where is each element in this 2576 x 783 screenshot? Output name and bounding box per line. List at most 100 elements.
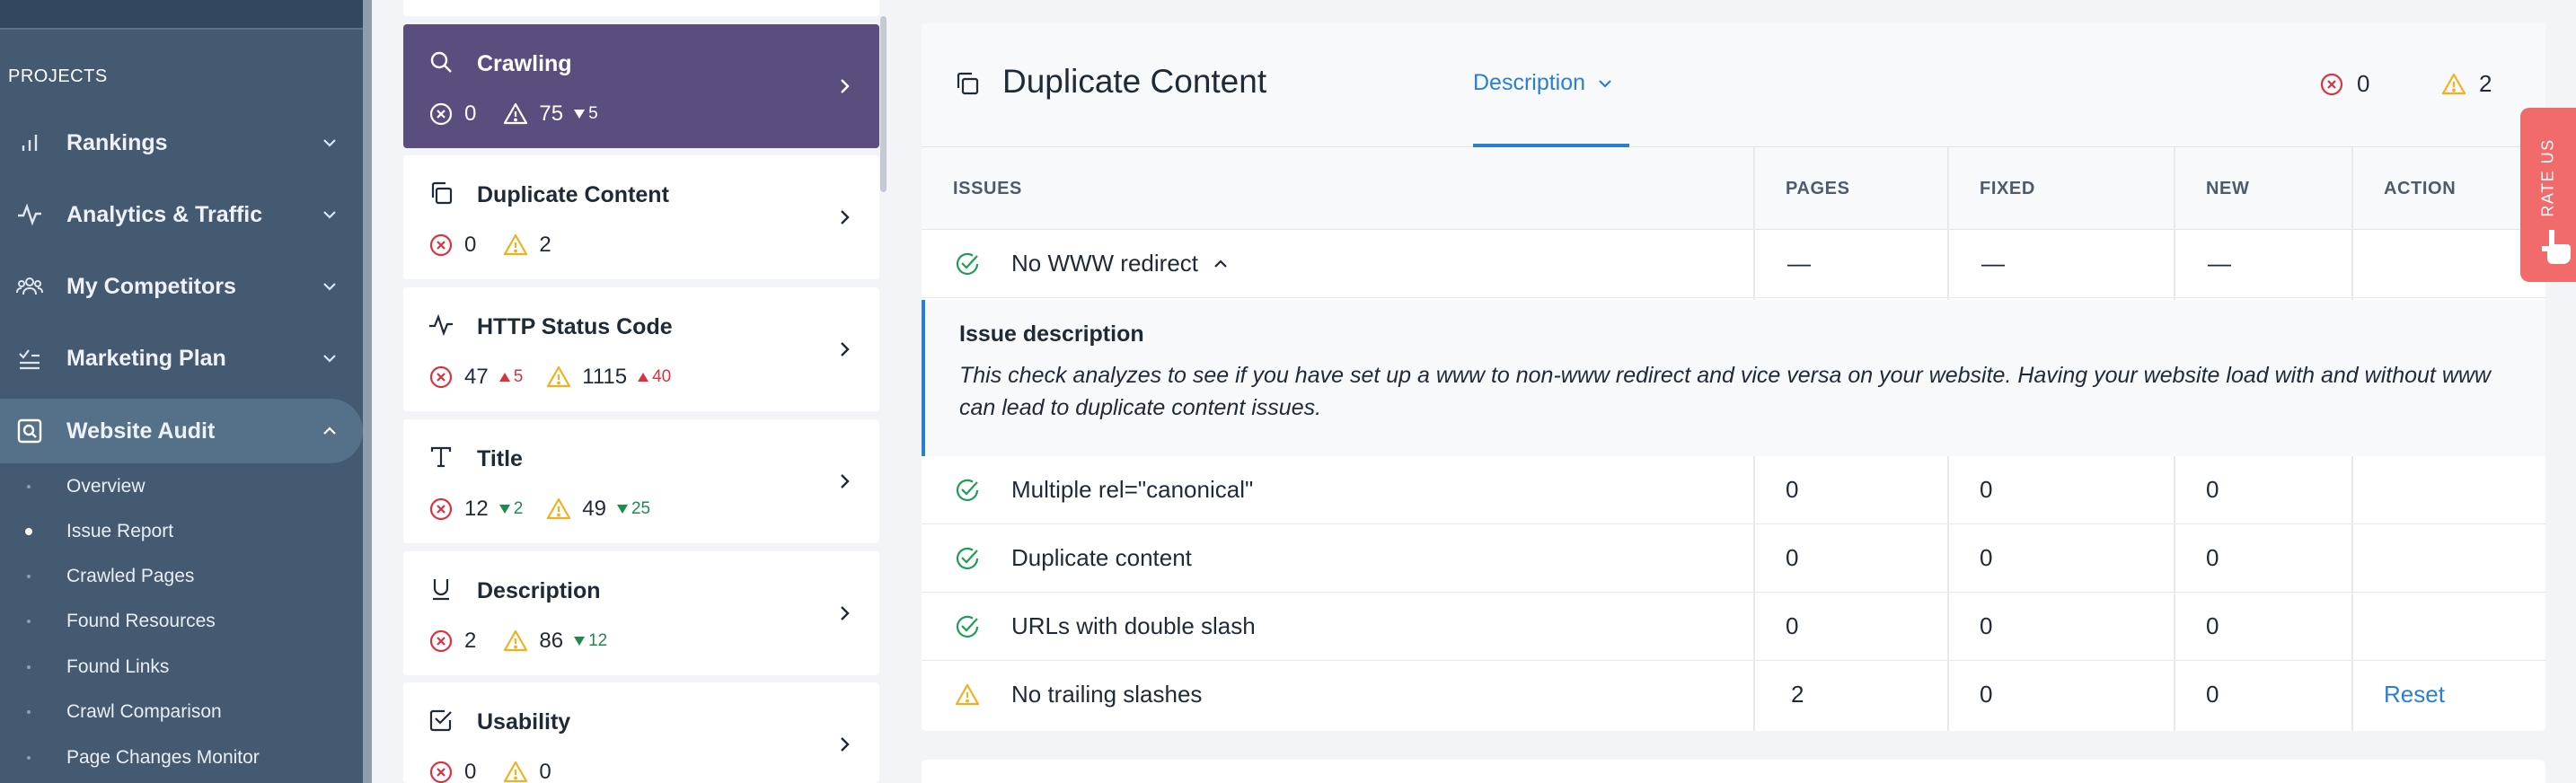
next-panel-partial — [922, 760, 2545, 783]
sidebar: PROJECTS Rankings Analytics & Traffic My… — [0, 0, 363, 783]
bar-chart-icon — [22, 135, 38, 151]
warning-count: 49 — [582, 497, 606, 521]
pulse-icon — [429, 313, 453, 337]
nav-item-rankings[interactable]: Rankings — [0, 110, 363, 175]
sub-item-found-resources[interactable]: Found Resources — [0, 600, 363, 643]
nav-item-analytics-traffic[interactable]: Analytics & Traffic — [0, 182, 363, 247]
column-header-issues[interactable]: ISSUES — [953, 147, 1022, 230]
error-delta: 5 — [498, 367, 523, 387]
page-title: Duplicate Content — [1002, 63, 1267, 100]
column-divider — [1947, 456, 1949, 731]
error-count: 0 — [464, 233, 477, 257]
reset-link[interactable]: Reset — [2384, 681, 2445, 708]
table-row[interactable]: Multiple rel="canonical" 0 0 0 — [922, 456, 2545, 524]
sub-item-label: Crawl Comparison — [66, 701, 222, 722]
fixed-value: — — [1981, 250, 2005, 277]
audit-icon — [17, 418, 42, 444]
error-icon — [429, 365, 453, 389]
category-card-description[interactable]: Description 2 86 12 — [403, 551, 879, 675]
error-icon — [429, 233, 453, 257]
category-card-duplicate-content[interactable]: Duplicate Content 0 2 — [403, 155, 879, 279]
error-icon — [2320, 73, 2343, 95]
category-title: Title — [477, 446, 523, 471]
issue-name[interactable]: No trailing slashes — [1011, 681, 1202, 708]
new-value: 0 — [2206, 681, 2219, 708]
tab-label: Description — [1473, 70, 1586, 95]
nav-item-website-audit[interactable]: Website Audit — [0, 399, 363, 463]
warning-icon — [955, 683, 980, 706]
column-divider — [1947, 147, 1949, 300]
sub-item-crawled-pages[interactable]: Crawled Pages — [0, 555, 363, 598]
column-header-new[interactable]: NEW — [2206, 147, 2249, 230]
category-title: Usability — [477, 709, 571, 735]
fixed-value: 0 — [1980, 544, 1993, 571]
table-row[interactable]: No WWW redirect — — — — [922, 230, 2545, 298]
category-title: Crawling — [477, 51, 572, 76]
issue-name[interactable]: Duplicate content — [1011, 544, 1192, 572]
category-card-http-status-code[interactable]: HTTP Status Code 47 5 1115 40 — [403, 287, 879, 411]
warning-count: 2 — [2479, 70, 2492, 97]
issue-name[interactable]: Multiple rel="canonical" — [1011, 476, 1253, 504]
table-row[interactable]: No trailing slashes 2 0 0 Reset — [922, 661, 2545, 729]
warning-delta: 12 — [574, 631, 607, 651]
sub-item-page-changes-monitor[interactable]: Page Changes Monitor — [0, 736, 363, 779]
new-value: 0 — [2206, 612, 2219, 639]
chevron-down-icon — [323, 211, 336, 219]
column-header-pages[interactable]: PAGES — [1786, 147, 1850, 230]
sub-item-crawl-comparison[interactable]: Crawl Comparison — [0, 691, 363, 734]
issue-description-box: Issue description This check analyzes to… — [922, 300, 2545, 456]
sub-item-found-links[interactable]: Found Links — [0, 646, 363, 689]
check-circle-icon — [956, 615, 979, 638]
warning-count: 0 — [539, 760, 551, 783]
table-row[interactable]: Duplicate content 0 0 0 — [922, 524, 2545, 593]
category-scrollbar[interactable] — [880, 16, 887, 192]
sub-item-overview[interactable]: Overview — [0, 465, 363, 508]
rate-us-button[interactable]: RATE US — [2520, 108, 2576, 282]
pages-value[interactable]: 2 — [1791, 681, 1804, 708]
sidebar-scrollbar[interactable] — [363, 0, 372, 783]
sub-item-label: Overview — [66, 476, 146, 497]
chevron-down-icon — [323, 283, 336, 291]
nav-item-my-competitors[interactable]: My Competitors — [0, 254, 363, 319]
check-circle-icon — [956, 479, 979, 501]
sub-item-label: Found Resources — [66, 611, 216, 631]
chevron-up-icon — [323, 427, 336, 435]
error-count: 12 — [464, 497, 489, 521]
table-row[interactable]: URLs with double slash 0 0 0 — [922, 593, 2545, 661]
issue-name[interactable]: No WWW redirect — [1011, 250, 1231, 277]
tab-description[interactable]: Description — [1473, 70, 1614, 96]
chevron-right-icon — [841, 79, 850, 93]
warning-icon — [547, 365, 571, 388]
table-header: ISSUES PAGES FIXED NEW ACTION — [922, 147, 2545, 230]
sub-item-label: Found Links — [66, 656, 170, 677]
column-divider — [1753, 147, 1755, 300]
category-card-crawling[interactable]: Crawling 0 75 5 — [403, 24, 879, 148]
fixed-value: 0 — [1980, 681, 1993, 708]
sub-item-issue-report[interactable]: Issue Report — [0, 510, 363, 553]
nav-label: Rankings — [66, 129, 168, 155]
warning-icon — [504, 761, 528, 783]
pages-value: 0 — [1786, 612, 1799, 639]
nav-label: Marketing Plan — [66, 345, 226, 371]
warning-icon — [504, 233, 528, 256]
fixed-value: 0 — [1980, 612, 1993, 639]
error-count: 0 — [2357, 70, 2370, 97]
warning-summary: 2 — [2441, 70, 2492, 98]
warning-count: 75 — [539, 101, 564, 126]
pages-value: 0 — [1786, 544, 1799, 571]
text-icon — [430, 446, 452, 468]
panel-header: Duplicate Content Description 0 2 — [922, 23, 2545, 147]
warning-delta: 25 — [616, 499, 650, 519]
error-count: 0 — [464, 101, 477, 126]
nav-label: My Competitors — [66, 273, 236, 299]
projects-label: PROJECTS — [8, 66, 108, 86]
issue-name[interactable]: URLs with double slash — [1011, 612, 1256, 640]
column-header-fixed[interactable]: FIXED — [1980, 147, 2035, 230]
nav-item-marketing-plan[interactable]: Marketing Plan — [0, 326, 363, 391]
category-card-usability[interactable]: Usability 0 0 — [403, 682, 879, 783]
copy-icon — [957, 72, 979, 95]
error-delta: 2 — [498, 499, 523, 519]
category-card-title[interactable]: Title 12 2 49 25 — [403, 419, 879, 543]
search-icon — [430, 51, 452, 73]
issue-detail-panel: Duplicate Content Description 0 2 ISSUES… — [922, 23, 2545, 731]
